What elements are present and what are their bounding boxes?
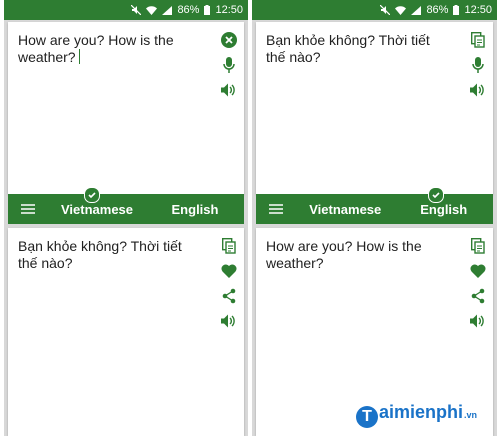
input-text: How are you? How is the weather? (18, 32, 174, 65)
output-card: Bạn khỏe không? Thời tiết thế nào? (8, 228, 244, 436)
copy-icon[interactable] (469, 236, 487, 256)
speaker-icon[interactable] (469, 311, 487, 331)
wifi-icon (146, 5, 158, 15)
output-actions (220, 236, 238, 331)
source-language[interactable]: Vietnamese (296, 202, 395, 217)
watermark-suffix: .vn (464, 410, 478, 420)
text-cursor (78, 49, 80, 64)
input-text-area[interactable]: How are you? How is the weather? (18, 32, 204, 66)
status-time: 12:50 (215, 4, 243, 16)
copy-icon[interactable] (469, 30, 487, 50)
battery-percent: 86% (177, 4, 200, 16)
signal-icon (162, 5, 173, 15)
language-bar: Vietnamese English (256, 187, 494, 224)
menu-icon[interactable] (256, 204, 296, 214)
input-card: How are you? How is the weather? (8, 22, 244, 194)
battery-icon (453, 5, 460, 15)
check-icon (84, 187, 100, 203)
heart-icon[interactable] (220, 261, 238, 281)
status-bar: 86% 12:50 (4, 0, 248, 20)
output-text: Bạn khỏe không? Thời tiết thế nào? (18, 238, 182, 271)
target-language[interactable]: English (146, 202, 244, 217)
source-language[interactable]: Vietnamese (48, 202, 146, 217)
share-icon[interactable] (220, 286, 238, 306)
share-icon[interactable] (469, 286, 487, 306)
watermark-logo-letter: T (356, 406, 378, 428)
mic-icon[interactable] (220, 55, 238, 75)
close-icon[interactable] (220, 30, 238, 50)
speaker-icon[interactable] (220, 311, 238, 331)
input-card: Bạn khỏe không? Thời tiết thế nào? (256, 22, 493, 194)
output-text: How are you? How is the weather? (266, 238, 422, 271)
copy-icon[interactable] (220, 236, 238, 256)
status-time: 12:50 (464, 4, 492, 16)
phone-screen-left: 86% 12:50 How are you? How is the weathe… (4, 0, 248, 436)
target-language[interactable]: English (395, 202, 494, 217)
input-actions (220, 30, 238, 100)
battery-icon (204, 5, 211, 15)
signal-icon (411, 5, 422, 15)
menu-icon[interactable] (8, 204, 48, 214)
wifi-icon (395, 5, 407, 15)
check-icon (428, 187, 444, 203)
input-actions (469, 30, 487, 100)
speaker-icon[interactable] (220, 80, 238, 100)
input-text[interactable]: Bạn khỏe không? Thời tiết thế nào? (266, 32, 453, 66)
speaker-icon[interactable] (469, 80, 487, 100)
phone-screen-right: 86% 12:50 Bạn khỏe không? Thời tiết thế … (252, 0, 497, 436)
status-bar: 86% 12:50 (252, 0, 497, 20)
language-bar: Vietnamese English (8, 187, 244, 224)
heart-icon[interactable] (469, 261, 487, 281)
mute-icon (131, 5, 142, 15)
output-actions (469, 236, 487, 331)
watermark-text: aimienphi (379, 402, 464, 422)
mic-icon[interactable] (469, 55, 487, 75)
mute-icon (380, 5, 391, 15)
battery-percent: 86% (426, 4, 449, 16)
watermark-logo: Taimienphi .vn (356, 402, 478, 428)
